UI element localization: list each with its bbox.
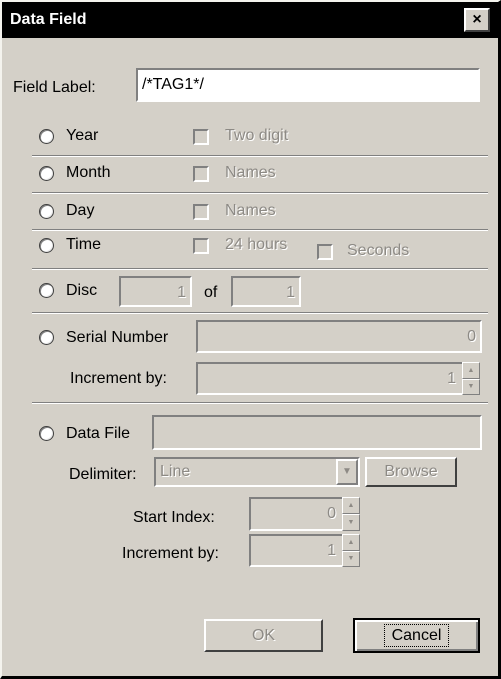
data-field-dialog: Data Field × Field Label: /*TAG1*/ Year … <box>0 0 501 679</box>
day-label: Day <box>66 202 95 219</box>
ok-button[interactable]: OK <box>204 619 323 652</box>
separator <box>32 192 488 194</box>
separator <box>32 402 488 404</box>
title-bar: Data Field × <box>2 2 498 38</box>
day-radio[interactable] <box>39 204 54 219</box>
24-hours-label: 24 hours <box>225 236 288 253</box>
close-icon[interactable]: × <box>464 8 490 32</box>
data-file-radio[interactable] <box>39 426 54 441</box>
spin-down-icon[interactable]: ▼ <box>342 514 360 531</box>
disc-label: Disc <box>66 282 98 299</box>
day-names-label: Names <box>225 202 276 219</box>
data-increment-spinner[interactable]: ▲ ▼ <box>342 534 360 567</box>
spin-up-icon[interactable]: ▲ <box>462 362 480 379</box>
field-label-label: Field Label: <box>13 79 96 96</box>
time-label: Time <box>66 236 101 253</box>
browse-button[interactable]: Browse <box>365 457 457 487</box>
month-names-checkbox[interactable] <box>193 166 209 182</box>
data-increment-label: Increment by: <box>122 545 219 562</box>
year-radio[interactable] <box>39 129 54 144</box>
data-file-label: Data File <box>66 425 131 442</box>
month-names-label: Names <box>225 164 276 181</box>
window-title: Data Field <box>10 11 87 28</box>
24-hours-checkbox[interactable] <box>193 238 209 254</box>
field-label-input[interactable]: /*TAG1*/ <box>136 68 480 102</box>
disc-total-input[interactable]: 1 <box>231 276 301 307</box>
delimiter-label: Delimiter: <box>69 466 137 483</box>
separator <box>32 229 488 231</box>
seconds-checkbox[interactable] <box>317 244 333 260</box>
spin-down-icon[interactable]: ▼ <box>462 379 480 395</box>
start-index-spinner[interactable]: ▲ ▼ <box>342 497 360 531</box>
serial-number-input[interactable]: 0 <box>196 320 482 353</box>
cancel-button[interactable]: Cancel <box>353 618 480 653</box>
serial-increment-label: Increment by: <box>70 370 167 387</box>
cancel-button-label: Cancel <box>383 624 450 647</box>
start-index-label: Start Index: <box>133 509 215 526</box>
spin-up-icon[interactable]: ▲ <box>342 497 360 514</box>
serial-increment-spinner[interactable]: ▲ ▼ <box>462 362 480 395</box>
start-index-input[interactable]: 0 <box>249 497 344 531</box>
month-radio[interactable] <box>39 166 54 181</box>
spin-down-icon[interactable]: ▼ <box>342 551 360 567</box>
time-radio[interactable] <box>39 238 54 253</box>
serial-increment-input[interactable]: 1 <box>196 362 464 395</box>
two-digit-label: Two digit <box>225 127 289 144</box>
data-increment-input[interactable]: 1 <box>249 534 344 567</box>
disc-number-input[interactable]: 1 <box>119 276 192 307</box>
serial-number-radio[interactable] <box>39 330 54 345</box>
disc-radio[interactable] <box>39 283 54 298</box>
serial-number-label: Serial Number <box>66 329 169 346</box>
separator <box>32 155 488 157</box>
separator <box>32 312 488 314</box>
seconds-label: Seconds <box>347 242 410 259</box>
delimiter-select[interactable]: Line <box>154 457 360 487</box>
data-file-input[interactable] <box>152 415 482 450</box>
year-label: Year <box>66 127 99 144</box>
disc-of-label: of <box>204 284 218 301</box>
chevron-down-icon[interactable]: ▼ <box>336 459 358 485</box>
two-digit-checkbox[interactable] <box>193 129 209 145</box>
spin-up-icon[interactable]: ▲ <box>342 534 360 551</box>
separator <box>32 268 488 270</box>
day-names-checkbox[interactable] <box>193 204 209 220</box>
month-label: Month <box>66 164 111 181</box>
